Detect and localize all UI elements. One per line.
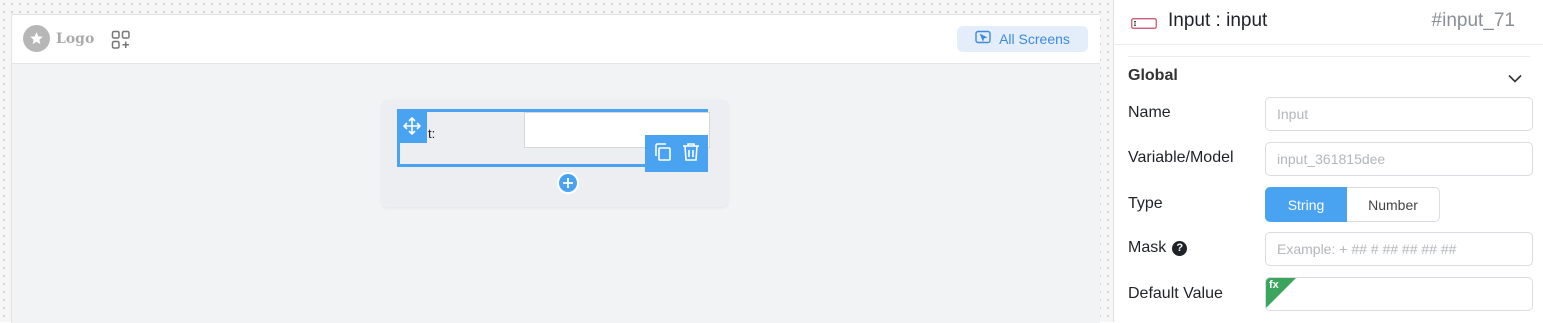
screen-header: Logo All Screens <box>12 15 1100 64</box>
component-id: #input_71 <box>1431 10 1515 31</box>
variable-model-input[interactable]: input_361815dee <box>1265 142 1533 176</box>
mask-input[interactable]: Example: + ## # ## ## ## ## <box>1265 232 1533 266</box>
selected-input-component[interactable]: t: <box>397 109 710 194</box>
mask-label: Mask <box>1128 239 1167 256</box>
name-placeholder: Input <box>1277 106 1309 122</box>
type-option-string[interactable]: String <box>1265 187 1347 222</box>
panel-title: Input : input <box>1168 10 1268 31</box>
logo: Logo <box>23 25 94 52</box>
properties-panel: Input : input #input_71 Global Name Inpu… <box>1113 0 1543 322</box>
chevron-down-icon[interactable] <box>1508 70 1522 88</box>
type-label: Type <box>1128 195 1163 212</box>
plus-icon[interactable] <box>557 172 579 194</box>
type-segmented-control: String Number <box>1265 187 1440 222</box>
section-divider <box>1128 56 1530 57</box>
default-value-input[interactable]: fx <box>1265 277 1533 311</box>
mask-label-row: Mask? <box>1128 239 1188 257</box>
input-component-icon <box>1131 16 1157 34</box>
input-label: t: <box>428 126 436 141</box>
all-screens-button[interactable]: All Screens <box>957 26 1088 52</box>
name-label: Name <box>1128 104 1171 121</box>
fx-label[interactable]: fx <box>1269 279 1279 291</box>
panel-header: Input : input #input_71 <box>1114 0 1543 45</box>
screen-frame[interactable]: Logo All Screens t: <box>11 14 1100 323</box>
screen-cursor-icon <box>975 30 991 49</box>
name-input[interactable]: Input <box>1265 97 1533 131</box>
logo-text: Logo <box>56 30 95 47</box>
trash-icon[interactable] <box>682 142 700 166</box>
help-icon[interactable]: ? <box>1172 240 1188 256</box>
variable-model-label: Variable/Model <box>1128 149 1234 166</box>
star-icon <box>23 25 50 52</box>
default-value-label: Default Value <box>1128 285 1223 302</box>
design-canvas[interactable]: Logo All Screens t: <box>0 0 1113 323</box>
section-title-global[interactable]: Global <box>1128 67 1178 85</box>
copy-icon[interactable] <box>653 142 673 166</box>
variable-model-placeholder: input_361815dee <box>1277 151 1386 167</box>
input-container-card[interactable]: t: <box>382 100 728 207</box>
component-actions <box>645 135 708 172</box>
move-icon[interactable] <box>397 109 427 143</box>
mask-placeholder: Example: + ## # ## ## ## ## <box>1277 241 1457 257</box>
type-option-number[interactable]: Number <box>1347 187 1440 222</box>
all-screens-label: All Screens <box>999 31 1070 47</box>
apps-add-icon[interactable] <box>111 30 131 54</box>
